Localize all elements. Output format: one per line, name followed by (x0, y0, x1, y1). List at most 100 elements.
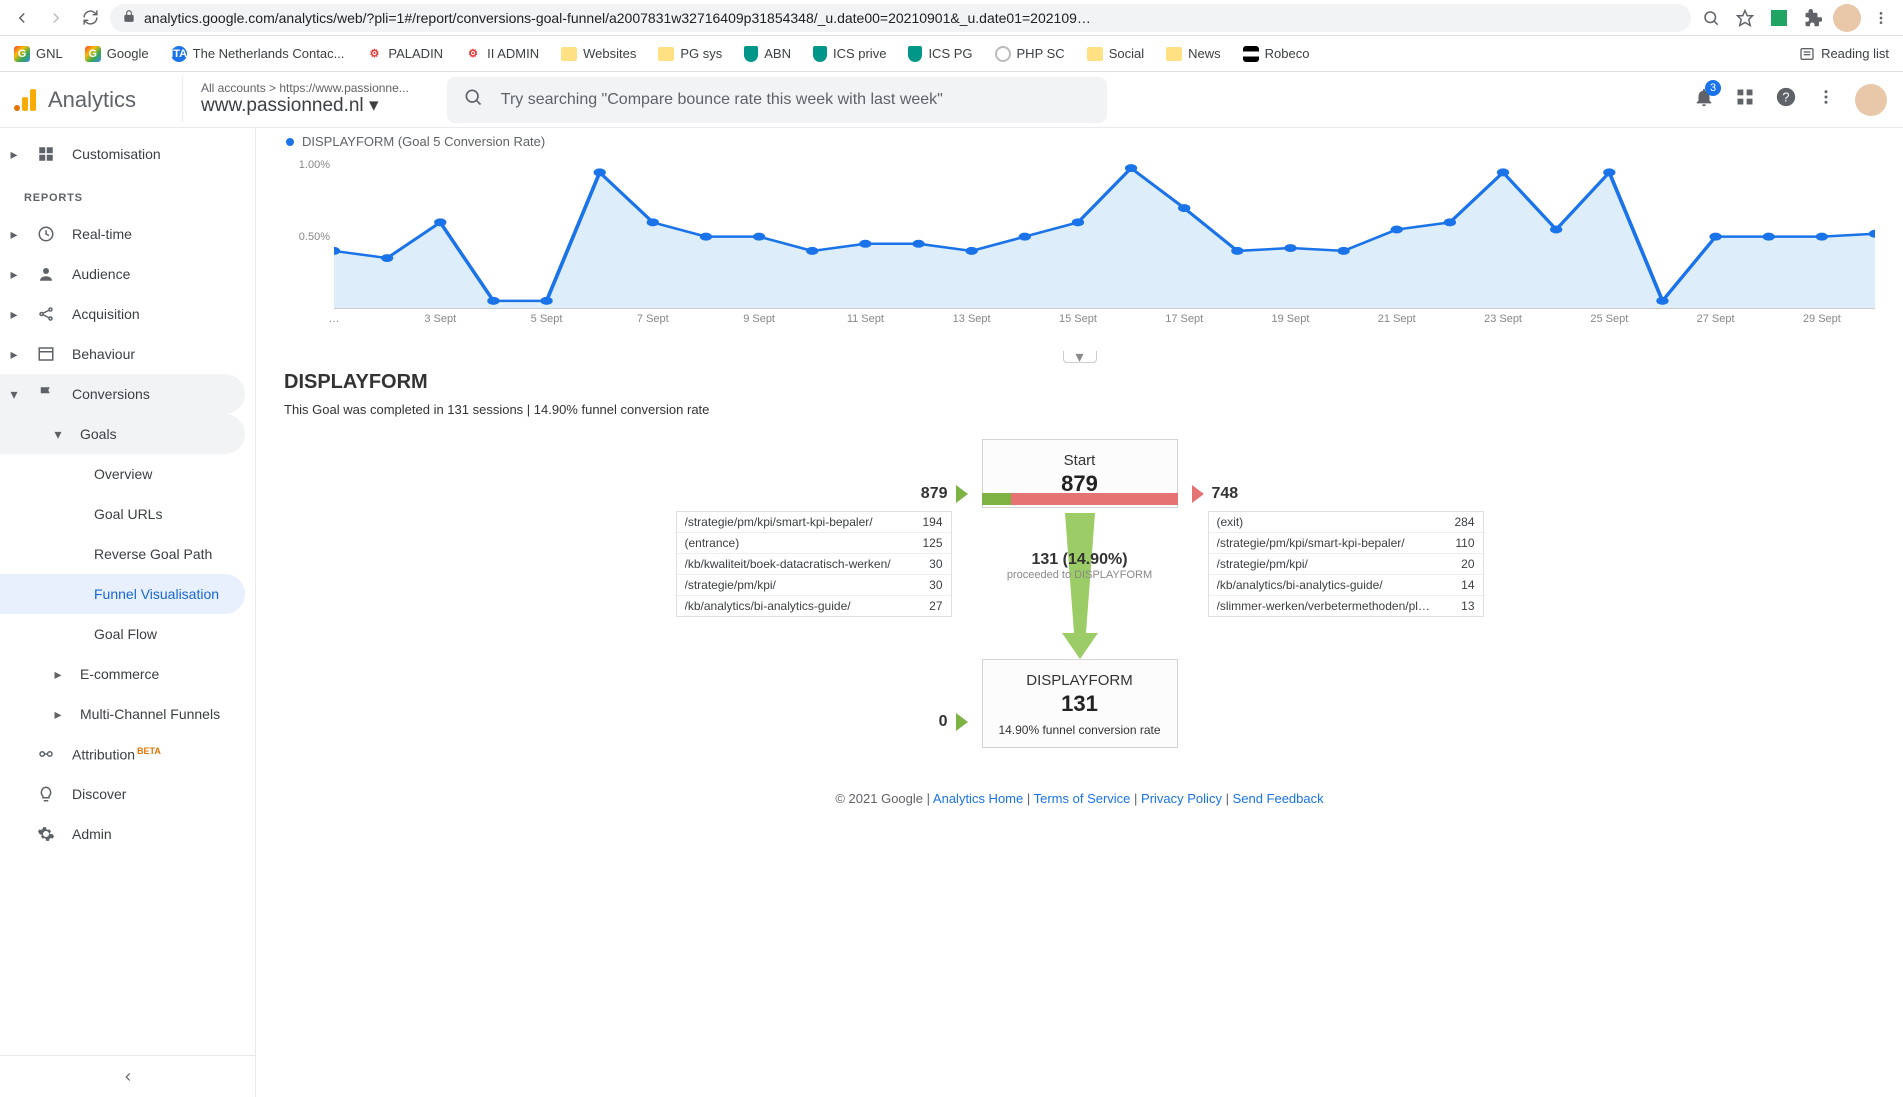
table-row[interactable]: /strategie/pm/kpi/smart-kpi-bepaler/194 (677, 512, 951, 533)
bookmark-pgsys[interactable]: PG sys (658, 46, 722, 61)
footer-link[interactable]: Privacy Policy (1141, 791, 1222, 806)
search-placeholder: Try searching "Compare bounce rate this … (501, 91, 943, 109)
back-button[interactable] (8, 4, 36, 32)
report-content: DISPLAYFORM (Goal 5 Conversion Rate) …3 … (256, 128, 1903, 1097)
nav-goal-flow[interactable]: Goal Flow (0, 614, 245, 654)
reports-heading: REPORTS (0, 174, 255, 214)
table-row[interactable]: /kb/analytics/bi-analytics-guide/14 (1209, 575, 1483, 596)
triangle-right-icon (956, 485, 968, 503)
extension-color-icon[interactable] (1765, 4, 1793, 32)
extensions-icon[interactable] (1799, 4, 1827, 32)
funnel-step-goal[interactable]: DISPLAYFORM 131 14.90% funnel conversion… (982, 659, 1178, 748)
nav-ecommerce[interactable]: ▸E-commerce (0, 654, 245, 694)
nav-acquisition[interactable]: ▸ Acquisition (0, 294, 245, 334)
address-bar[interactable]: analytics.google.com/analytics/web/?pli=… (110, 4, 1691, 32)
lock-icon (122, 9, 136, 26)
dashboard-icon (36, 145, 56, 163)
nav-funnel-visualisation[interactable]: Funnel Visualisation (0, 574, 245, 614)
person-icon (36, 265, 56, 283)
chrome-menu-icon[interactable] (1867, 4, 1895, 32)
chart-collapse-handle[interactable]: ▾ (1063, 351, 1097, 363)
table-row[interactable]: (exit)284 (1209, 512, 1483, 533)
bookmark-star-icon[interactable] (1731, 4, 1759, 32)
chart-svg (334, 151, 1875, 308)
chevron-right-icon: ▸ (8, 146, 20, 163)
layout-icon (36, 345, 56, 363)
reload-button[interactable] (76, 4, 104, 32)
bookmark-gnl[interactable]: GGNL (14, 46, 63, 62)
ga-search-bar[interactable]: Try searching "Compare bounce rate this … (447, 77, 1107, 123)
nav-multi-channel[interactable]: ▸Multi-Channel Funnels (0, 694, 245, 734)
account-breadcrumb: All accounts > https://www.passionne... (201, 81, 409, 95)
beta-badge: BETA (137, 746, 161, 756)
bookmark-social[interactable]: Social (1087, 46, 1144, 61)
bookmarks-bar: GGNL GGoogle ITAThe Netherlands Contac..… (0, 36, 1903, 72)
nav-admin[interactable]: ▸ Admin (0, 814, 245, 854)
funnel-title: DISPLAYFORM (284, 371, 1875, 394)
bookmark-iiadmin[interactable]: ⚙II ADMIN (465, 46, 539, 62)
nav-conversions[interactable]: ▾ Conversions (0, 374, 245, 414)
bookmark-websites[interactable]: Websites (561, 46, 636, 61)
table-row[interactable]: /strategie/pm/kpi/30 (677, 575, 951, 596)
brand-title: Analytics (48, 87, 136, 113)
funnel-exit-table: (exit)284/strategie/pm/kpi/smart-kpi-bep… (1208, 511, 1484, 617)
forward-button[interactable] (42, 4, 70, 32)
chevron-right-icon: ▸ (52, 666, 64, 683)
line-chart[interactable]: …3 Sept5 Sept7 Sept9 Sept11 Sept13 Sept1… (284, 151, 1875, 331)
footer-link[interactable]: Send Feedback (1233, 791, 1324, 806)
table-row[interactable]: /kb/kwaliteit/boek-datacratisch-werken/3… (677, 554, 951, 575)
zoom-icon[interactable] (1697, 4, 1725, 32)
nav-goal-urls[interactable]: Goal URLs (0, 494, 245, 534)
attribution-icon (36, 745, 56, 763)
bookmark-netherlands[interactable]: ITAThe Netherlands Contac... (171, 46, 345, 62)
funnel-incoming-count: 879 (921, 485, 968, 503)
profile-avatar[interactable] (1833, 4, 1861, 32)
funnel-summary: This Goal was completed in 131 sessions … (284, 402, 1875, 417)
nav-behaviour[interactable]: ▸ Behaviour (0, 334, 245, 374)
table-row[interactable]: /kb/analytics/bi-analytics-guide/27 (677, 596, 951, 616)
funnel-entry-table: /strategie/pm/kpi/smart-kpi-bepaler/194(… (676, 511, 952, 617)
notifications-button[interactable]: 3 (1693, 86, 1715, 113)
bookmark-icsprive[interactable]: ICS prive (813, 46, 886, 62)
table-row[interactable]: /slimmer-werken/verbetermethoden/plan…13 (1209, 596, 1483, 616)
nav-reverse-goal-path[interactable]: Reverse Goal Path (0, 534, 245, 574)
settings-menu-icon[interactable] (1817, 88, 1835, 111)
funnel-progress-bar (982, 493, 1178, 505)
bookmark-robeco[interactable]: Robeco (1243, 46, 1310, 62)
nav-overview[interactable]: Overview (0, 454, 245, 494)
table-row[interactable]: (entrance)125 (677, 533, 951, 554)
help-icon[interactable]: ? (1775, 86, 1797, 113)
bookmark-abn[interactable]: ABN (744, 46, 791, 62)
funnel-arrow-icon (1060, 513, 1100, 659)
triangle-right-icon (1192, 485, 1204, 503)
property-name: www.passionned.nl (201, 95, 364, 116)
nav-realtime[interactable]: ▸ Real-time (0, 214, 245, 254)
ga-profile-avatar[interactable] (1855, 84, 1887, 116)
lightbulb-icon (36, 785, 56, 803)
bookmark-news[interactable]: News (1166, 46, 1221, 61)
chevron-right-icon: ▸ (52, 706, 64, 723)
apps-grid-icon[interactable] (1735, 87, 1755, 112)
nav-audience[interactable]: ▸ Audience (0, 254, 245, 294)
funnel-flow-label: 131 (14.90%) proceeded to DISPLAYFORM (1007, 551, 1152, 581)
account-switcher[interactable]: All accounts > https://www.passionne... … (182, 77, 427, 122)
ga-header: Analytics All accounts > https://www.pas… (0, 72, 1903, 128)
table-row[interactable]: /strategie/pm/kpi/20 (1209, 554, 1483, 575)
reading-list-button[interactable]: Reading list (1799, 46, 1889, 62)
nav-customisation[interactable]: ▸ Customisation (0, 134, 245, 174)
url-text: analytics.google.com/analytics/web/?pli=… (144, 10, 1091, 26)
collapse-sidebar-button[interactable] (0, 1055, 255, 1097)
footer-link[interactable]: Terms of Service (1034, 791, 1131, 806)
bookmark-google[interactable]: GGoogle (85, 46, 149, 62)
chevron-down-icon: ▾ (369, 95, 379, 116)
bookmark-icspg[interactable]: ICS PG (908, 46, 972, 62)
chevron-right-icon: ▸ (8, 346, 20, 363)
footer-link[interactable]: Analytics Home (933, 791, 1023, 806)
nav-goals[interactable]: ▾ Goals (0, 414, 245, 454)
bookmark-phpsc[interactable]: PHP SC (995, 46, 1065, 62)
nav-attribution[interactable]: ▸ AttributionBETA (0, 734, 245, 774)
share-icon (36, 305, 56, 323)
table-row[interactable]: /strategie/pm/kpi/smart-kpi-bepaler/110 (1209, 533, 1483, 554)
nav-discover[interactable]: ▸ Discover (0, 774, 245, 814)
bookmark-paladin[interactable]: ⚙PALADIN (366, 46, 443, 62)
